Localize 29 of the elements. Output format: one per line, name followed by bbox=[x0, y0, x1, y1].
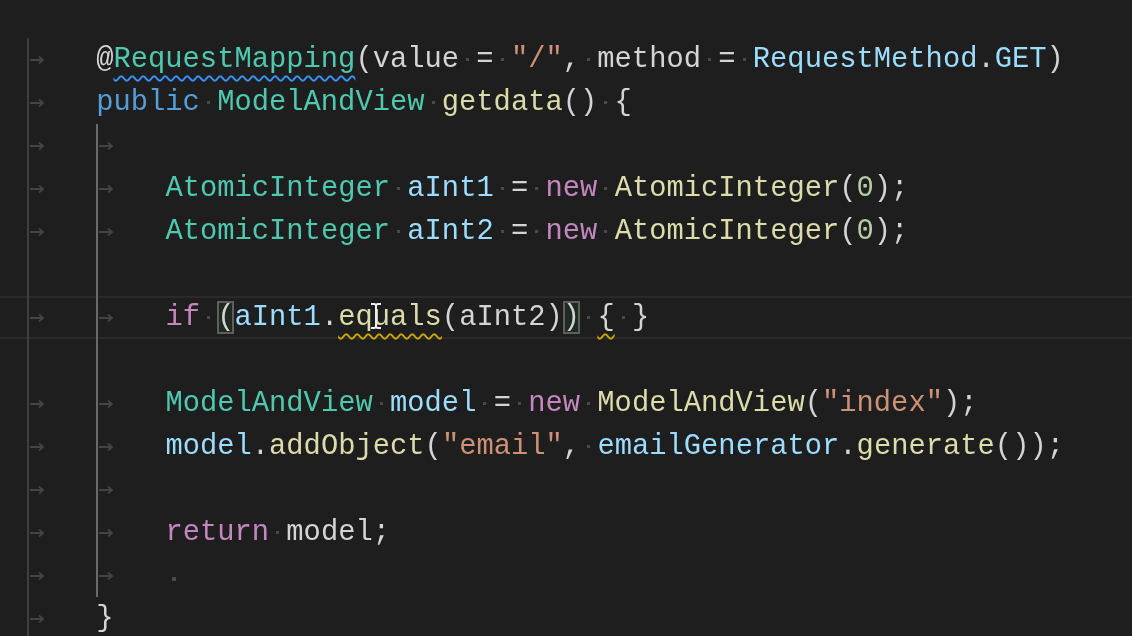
tab-arrow-icon bbox=[30, 54, 45, 65]
tab-arrow-icon bbox=[30, 613, 45, 624]
tab-arrow-icon bbox=[30, 140, 45, 151]
code-line: } bbox=[96, 601, 114, 636]
tab-arrow-icon bbox=[99, 183, 115, 194]
code-line: AtomicInteger aInt2 = new AtomicInteger(0); bbox=[165, 210, 909, 253]
tab-arrow-icon bbox=[30, 312, 45, 323]
code-line: ModelAndView model = new ModelAndView("index"); bbox=[165, 382, 978, 425]
code-line: model.addObject("email", emailGenerator.generate()); bbox=[165, 425, 1064, 468]
tab-arrow-icon bbox=[99, 527, 115, 538]
tab-arrow-icon bbox=[99, 312, 115, 323]
tab-arrow-icon bbox=[30, 226, 45, 237]
tab-arrow-icon bbox=[99, 570, 115, 581]
tab-arrow-icon bbox=[30, 97, 45, 108]
tab-arrow-icon bbox=[30, 484, 45, 495]
tab-arrow-icon bbox=[30, 441, 45, 452]
code-line: @RequestMapping(value = "/", method = RequestMethod.GET) bbox=[96, 38, 1064, 81]
tab-arrow-icon bbox=[99, 398, 115, 409]
code-line: AtomicInteger aInt1 = new AtomicInteger(0); bbox=[165, 167, 909, 210]
tab-arrow-icon bbox=[30, 527, 45, 538]
tab-arrow-icon bbox=[30, 398, 45, 409]
tab-arrow-icon bbox=[30, 183, 45, 194]
tab-arrow-icon bbox=[30, 570, 45, 581]
code-line: return model; bbox=[165, 511, 390, 554]
tab-arrow-icon bbox=[99, 140, 115, 151]
code-line: public ModelAndView getdata() { bbox=[96, 81, 632, 124]
tab-arrow-icon bbox=[99, 441, 115, 452]
tab-arrow-icon bbox=[99, 484, 115, 495]
tab-arrow-icon bbox=[99, 226, 115, 237]
